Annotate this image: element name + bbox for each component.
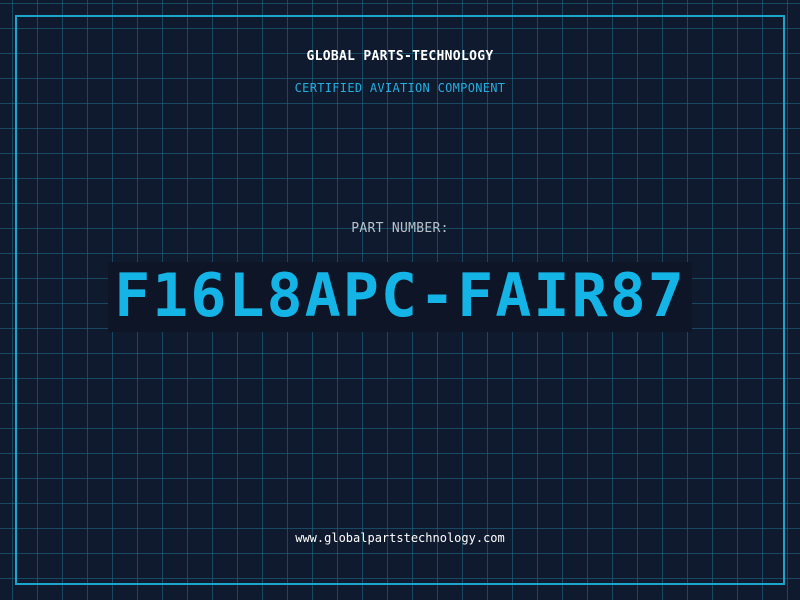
part-number-label: PART NUMBER: [351, 221, 449, 236]
certification-subtitle: CERTIFIED AVIATION COMPONENT [294, 81, 506, 95]
company-name: GLOBAL PARTS-TECHNOLOGY [306, 49, 494, 64]
part-number-container: F16L8APC-FAIR87 [0, 262, 800, 332]
label-canvas: GLOBAL PARTS-TECHNOLOGY CERTIFIED AVIATI… [0, 0, 800, 600]
website-url: www.globalpartstechnology.com [295, 531, 505, 545]
part-number-value: F16L8APC-FAIR87 [108, 262, 692, 332]
